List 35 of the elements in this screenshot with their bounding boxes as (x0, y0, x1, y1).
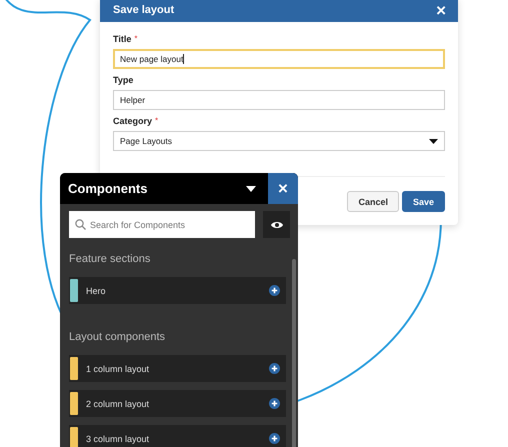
input-field[interactable]: New page layout (113, 49, 445, 69)
close-button[interactable]: × (268, 173, 298, 204)
add-icon[interactable] (269, 398, 280, 409)
section-heading: Layout components (69, 331, 166, 343)
input-field[interactable]: Helper (113, 90, 445, 110)
item-label: Hero (86, 286, 107, 296)
scrollbar[interactable] (292, 259, 296, 447)
caret-icon (429, 138, 438, 144)
section-heading: Feature sections (69, 253, 152, 265)
component-item[interactable]: Hero (69, 277, 286, 304)
add-icon[interactable] (269, 285, 280, 296)
item-label: 2 column layout (86, 398, 150, 408)
component-item[interactable]: 3 column layout (69, 425, 286, 447)
save-button[interactable]: Save (402, 191, 445, 212)
close-button[interactable]: × (436, 2, 446, 18)
dialog-title: Save layout (113, 4, 174, 16)
caret-icon[interactable] (246, 186, 256, 192)
field-label: Type (113, 75, 134, 85)
item-label: 3 column layout (86, 434, 150, 444)
component-item[interactable]: 1 column layout (69, 355, 286, 382)
field-label: Category (113, 116, 152, 126)
add-icon[interactable] (269, 363, 280, 374)
panel-title: Components (67, 181, 148, 196)
required-mark: * (134, 34, 138, 43)
required-mark: * (155, 116, 158, 125)
component-item[interactable]: 2 column layout (69, 390, 286, 417)
search-icon (75, 219, 86, 230)
item-label: 1 column layout (86, 364, 150, 374)
eye-icon (270, 220, 282, 228)
field-label: Title (113, 34, 132, 44)
add-icon[interactable] (269, 433, 280, 444)
category-select[interactable]: Page Layouts (113, 131, 445, 151)
cancel-button[interactable]: Cancel (347, 191, 399, 212)
search-field[interactable]: Search for Components (69, 211, 255, 238)
visibility-button[interactable] (263, 211, 290, 238)
